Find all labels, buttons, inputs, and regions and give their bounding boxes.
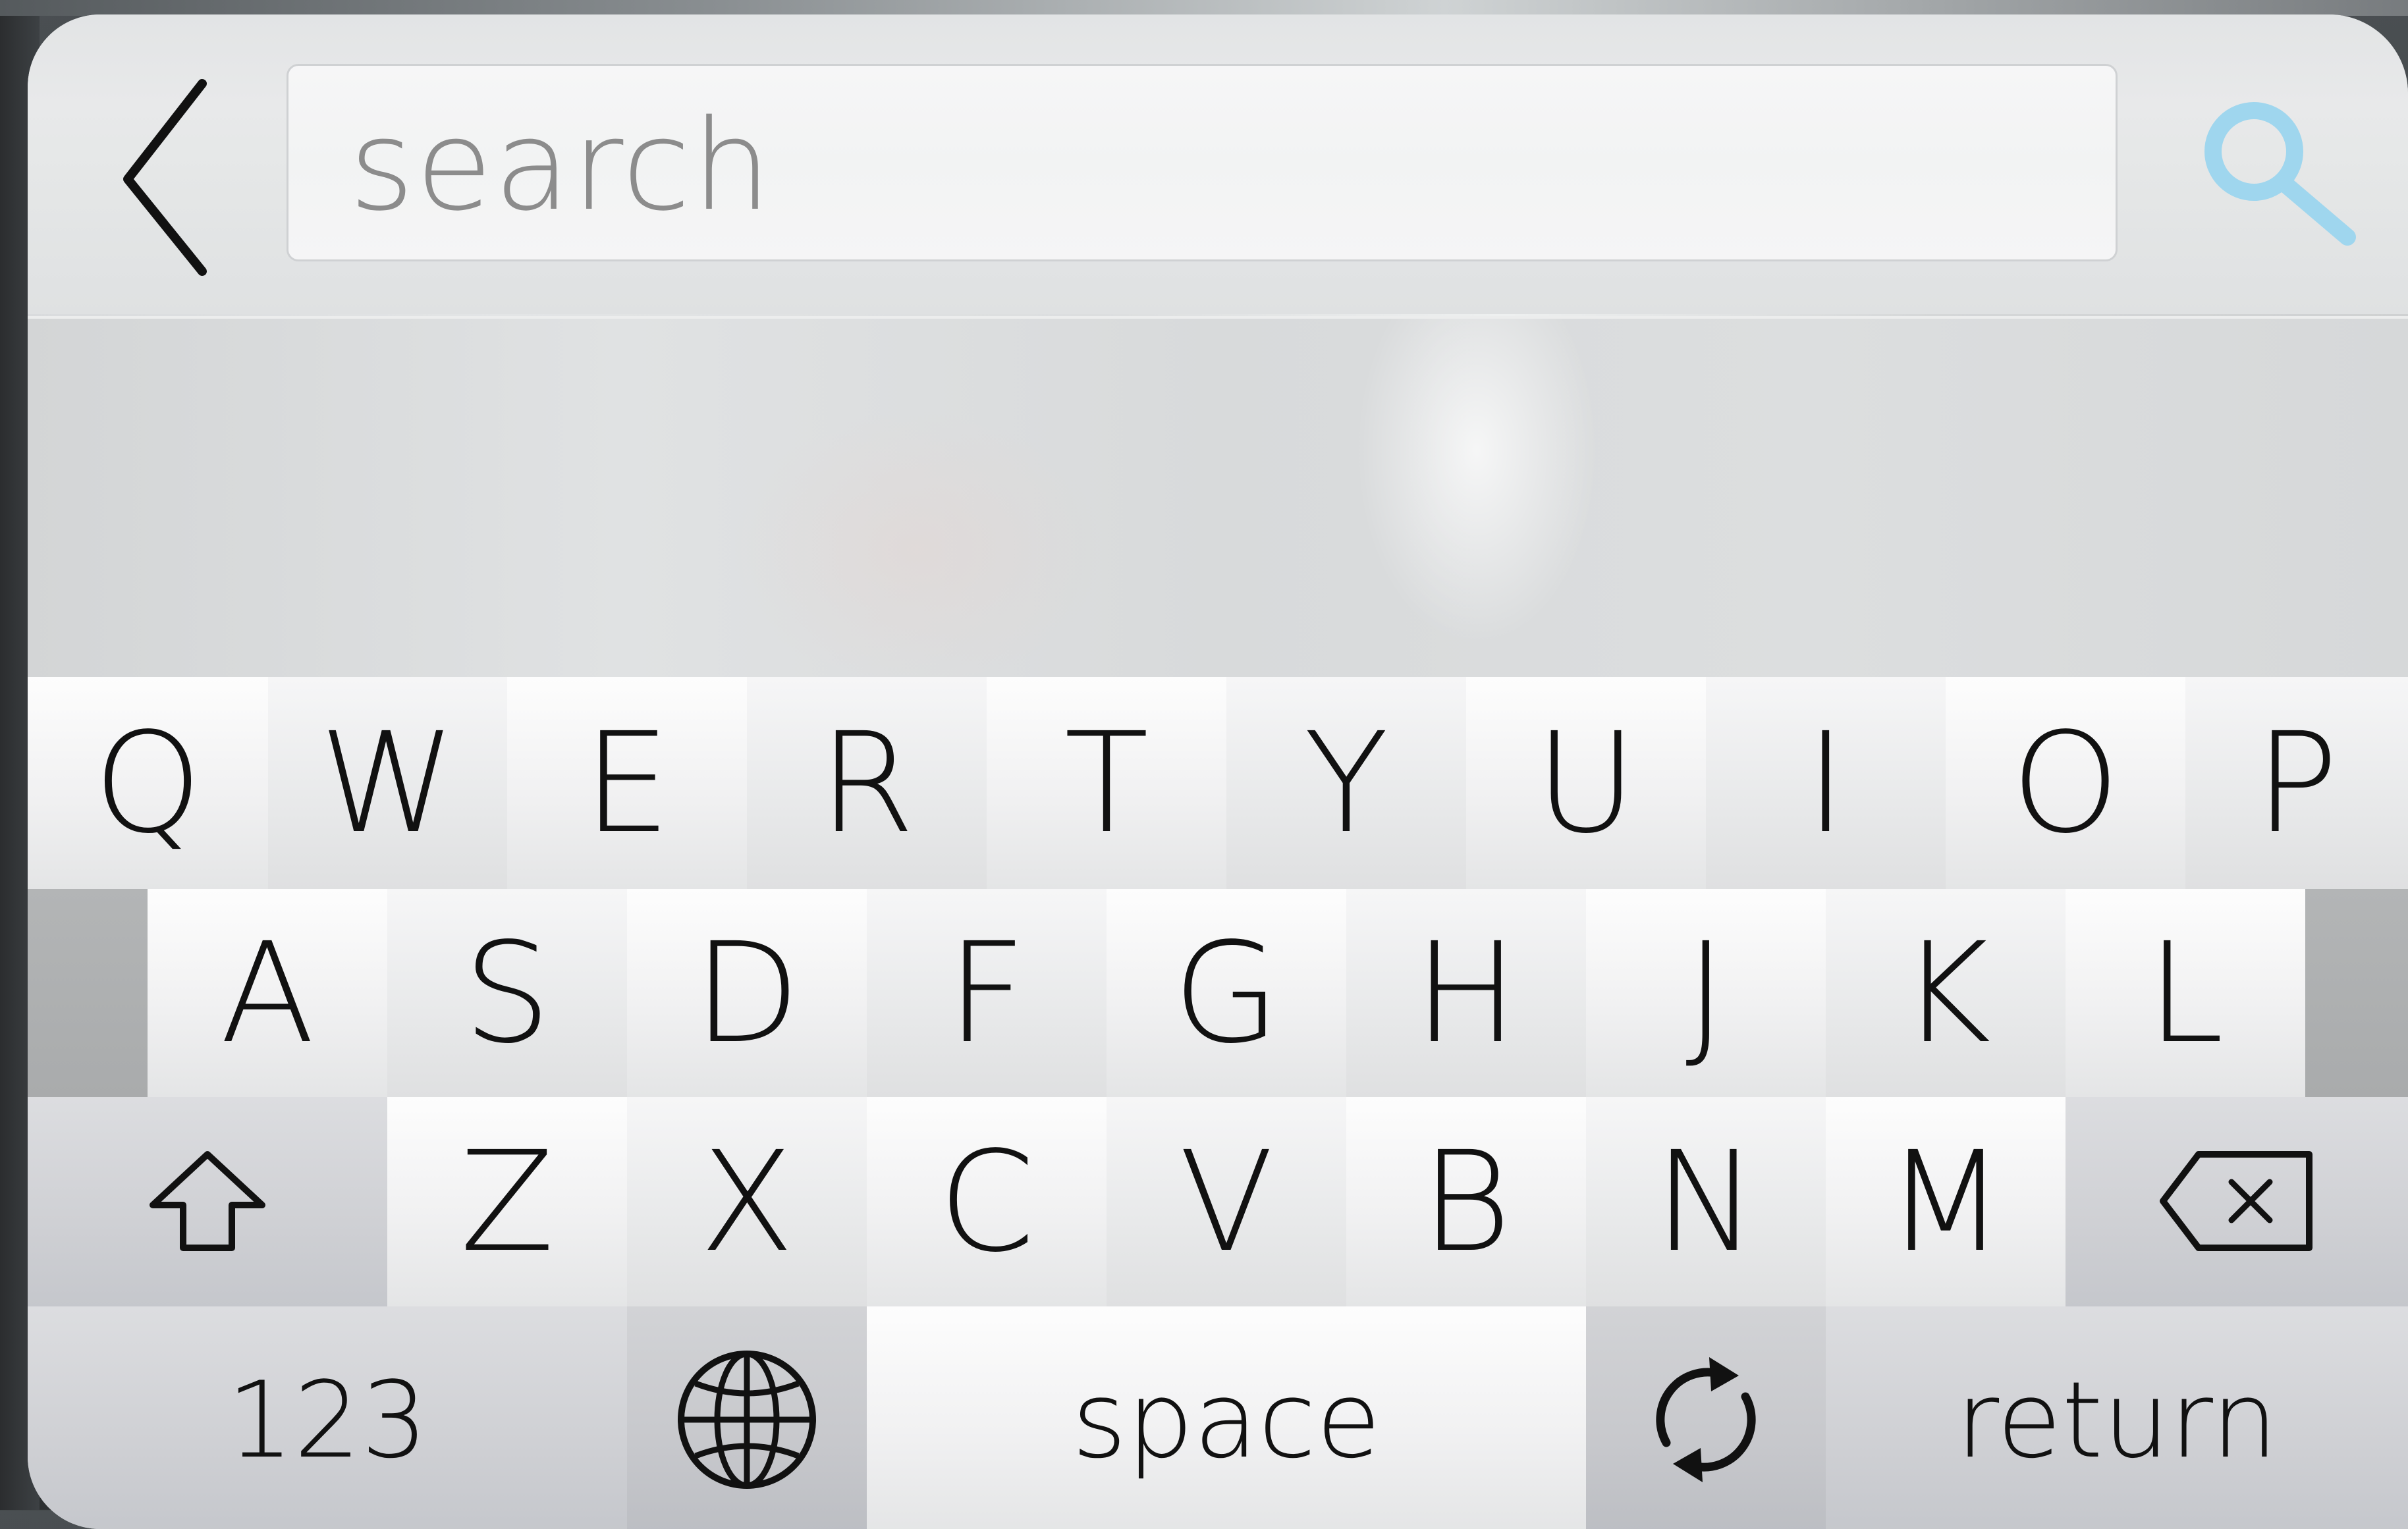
- back-button[interactable]: [113, 67, 212, 284]
- key-l-label: L: [2147, 912, 2224, 1074]
- key-x[interactable]: X: [627, 1097, 867, 1306]
- key-i-label: I: [1805, 702, 1846, 864]
- key-w[interactable]: W: [268, 677, 507, 889]
- search-panel: Q W E R T Y U I O P A S D F G H J K L: [28, 14, 2408, 1529]
- globe-icon: [678, 1351, 816, 1489]
- key-y[interactable]: Y: [1226, 677, 1466, 889]
- numbers-key-label: 123: [227, 1358, 428, 1482]
- key-m-label: M: [1886, 1121, 2006, 1283]
- key-i[interactable]: I: [1706, 677, 1946, 889]
- key-k-label: K: [1900, 912, 1991, 1074]
- key-f-label: F: [946, 912, 1027, 1074]
- shift-key[interactable]: [28, 1097, 387, 1306]
- refresh-icon: [1656, 1357, 1756, 1482]
- search-field[interactable]: [287, 64, 2118, 261]
- numbers-key[interactable]: 123: [28, 1306, 627, 1529]
- key-h[interactable]: H: [1346, 889, 1586, 1097]
- key-h-label: H: [1414, 912, 1518, 1074]
- search-button[interactable]: [2201, 100, 2372, 258]
- search-header: [28, 14, 2408, 314]
- key-k[interactable]: K: [1826, 889, 2066, 1097]
- key-s-label: S: [463, 912, 551, 1074]
- key-q[interactable]: Q: [28, 677, 268, 889]
- key-y-label: Y: [1303, 702, 1389, 864]
- key-j-label: J: [1685, 912, 1726, 1074]
- key-g-label: G: [1172, 912, 1280, 1074]
- key-p[interactable]: P: [2185, 677, 2408, 889]
- key-z[interactable]: Z: [387, 1097, 627, 1306]
- keyboard-row-1: Q W E R T Y U I O P: [28, 677, 2408, 889]
- results-area: [28, 319, 2408, 691]
- key-r[interactable]: R: [747, 677, 987, 889]
- key-b-label: B: [1421, 1121, 1512, 1283]
- key-j[interactable]: J: [1586, 889, 1826, 1097]
- key-v[interactable]: V: [1107, 1097, 1346, 1306]
- key-z-label: Z: [460, 1121, 555, 1283]
- key-d-label: D: [694, 912, 800, 1074]
- chevron-left-icon: [123, 79, 207, 276]
- search-input[interactable]: [348, 79, 2063, 252]
- space-key-label: space: [1072, 1358, 1381, 1482]
- space-key[interactable]: space: [867, 1306, 1586, 1529]
- key-a[interactable]: A: [148, 889, 387, 1097]
- magnifier-icon: [2204, 102, 2356, 246]
- refresh-key[interactable]: [1586, 1306, 1826, 1529]
- device-frame-top: [0, 0, 2408, 16]
- keyboard-edge-right: [2305, 889, 2408, 1097]
- key-l[interactable]: L: [2066, 889, 2305, 1097]
- keyboard-edge-left: [28, 889, 148, 1097]
- key-u[interactable]: U: [1466, 677, 1706, 889]
- key-b[interactable]: B: [1346, 1097, 1586, 1306]
- key-g[interactable]: G: [1107, 889, 1346, 1097]
- globe-key[interactable]: [627, 1306, 867, 1529]
- keyboard-row-4: 123 space return: [28, 1306, 2408, 1529]
- key-c[interactable]: C: [867, 1097, 1107, 1306]
- key-p-label: P: [2255, 702, 2339, 864]
- shift-arrow-icon: [150, 1151, 265, 1251]
- backspace-key[interactable]: [2066, 1097, 2408, 1306]
- return-key[interactable]: return: [1826, 1306, 2408, 1529]
- key-a-label: A: [220, 912, 315, 1074]
- key-c-label: C: [938, 1121, 1035, 1283]
- backspace-icon: [2160, 1151, 2312, 1251]
- return-key-label: return: [1956, 1358, 2278, 1482]
- keyboard-row-2: A S D F G H J K L: [28, 889, 2408, 1097]
- key-n[interactable]: N: [1586, 1097, 1826, 1306]
- key-x-label: X: [699, 1121, 794, 1283]
- key-v-label: V: [1179, 1121, 1274, 1283]
- key-e[interactable]: E: [507, 677, 747, 889]
- keyboard-row-3: Z X C V B N M: [28, 1097, 2408, 1306]
- key-s[interactable]: S: [387, 889, 627, 1097]
- key-n-label: N: [1654, 1121, 1758, 1283]
- onscreen-keyboard: Q W E R T Y U I O P A S D F G H J K L Z …: [28, 677, 2408, 1529]
- key-t[interactable]: T: [987, 677, 1226, 889]
- key-m[interactable]: M: [1826, 1097, 2066, 1306]
- key-w-label: W: [319, 702, 456, 864]
- key-o[interactable]: O: [1946, 677, 2185, 889]
- key-r-label: R: [819, 702, 915, 864]
- key-f[interactable]: F: [867, 889, 1107, 1097]
- key-t-label: T: [1064, 702, 1149, 864]
- key-o-label: O: [2011, 702, 2120, 864]
- key-u-label: U: [1535, 702, 1637, 864]
- key-d[interactable]: D: [627, 889, 867, 1097]
- key-e-label: E: [583, 702, 671, 864]
- key-q-label: Q: [93, 702, 203, 864]
